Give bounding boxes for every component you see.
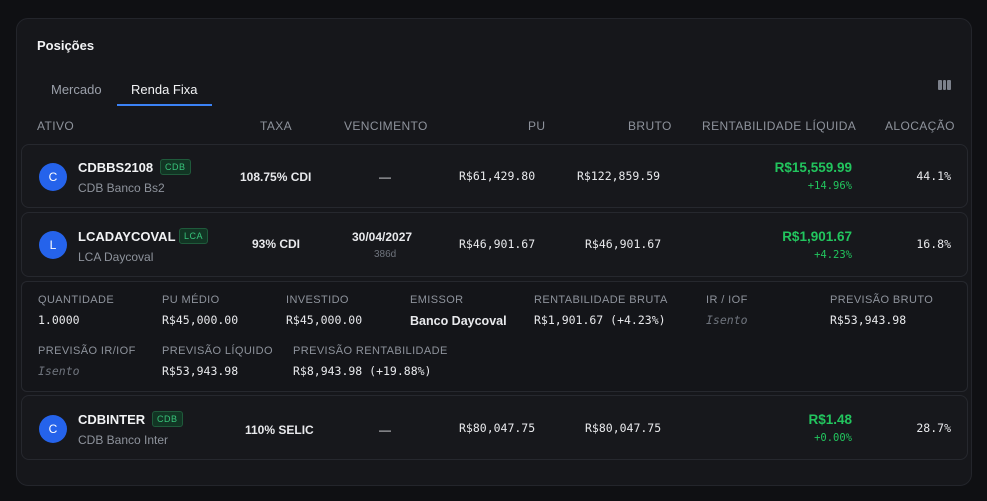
issuer-value: Banco Daycoval bbox=[410, 314, 507, 328]
gross-return-label: RENTABILIDADE BRUTA bbox=[534, 294, 668, 306]
header-pu[interactable]: PU bbox=[528, 119, 545, 133]
rate: 108.75% CDI bbox=[240, 170, 312, 184]
asset-type-badge: LCA bbox=[179, 228, 209, 244]
gross-value: R$122,859.59 bbox=[577, 169, 661, 183]
avatar: C bbox=[39, 415, 67, 443]
panel-title: Posições bbox=[37, 38, 95, 53]
positions-panel: Posições Mercado Renda Fixa ATIVO TAXA V… bbox=[16, 18, 972, 486]
asset-name: CDB Banco Bs2 bbox=[78, 181, 165, 195]
rate: 93% CDI bbox=[252, 237, 301, 251]
net-return: R$15,559.99 bbox=[774, 160, 852, 175]
net-return: R$1,901.67 bbox=[782, 229, 852, 244]
net-return-pct: +4.23% bbox=[814, 249, 852, 261]
rate: 110% SELIC bbox=[245, 423, 314, 437]
asset-type-badge: CDB bbox=[160, 159, 191, 175]
forecast-gross-label: PREVISÃO BRUTO bbox=[830, 294, 934, 306]
net-return-pct: +0.00% bbox=[814, 432, 852, 444]
allocation: 44.1% bbox=[916, 169, 951, 183]
maturity-days: 386d bbox=[374, 249, 397, 260]
maturity: 30/04/2027 bbox=[352, 230, 413, 244]
pu-value: R$80,047.75 bbox=[459, 421, 536, 435]
forecast-net-label: PREVISÃO LÍQUIDO bbox=[162, 345, 273, 357]
invested-value: R$45,000.00 bbox=[286, 313, 363, 327]
avatar: L bbox=[39, 231, 67, 259]
header-bruto[interactable]: BRUTO bbox=[628, 119, 672, 133]
columns-icon[interactable] bbox=[938, 80, 952, 90]
table-row[interactable]: C CDBBS2108 CDB CDB Banco Bs2 108.75% CD… bbox=[21, 144, 968, 208]
asset-code: CDBINTER bbox=[78, 412, 146, 427]
ir-iof-label: IR / IOF bbox=[706, 294, 748, 306]
invested-label: INVESTIDO bbox=[286, 294, 349, 306]
pu-value: R$61,429.80 bbox=[459, 169, 536, 183]
tab-renda-fixa[interactable]: Renda Fixa bbox=[131, 82, 197, 97]
quantity-label: QUANTIDADE bbox=[38, 294, 115, 306]
header-vencimento[interactable]: VENCIMENTO bbox=[344, 119, 428, 133]
pu-value: R$46,901.67 bbox=[459, 237, 536, 251]
net-return-pct: +14.96% bbox=[807, 180, 852, 192]
maturity: — bbox=[379, 170, 391, 184]
position-detail-panel: QUANTIDADE 1.0000 PU MÉDIO R$45,000.00 I… bbox=[21, 281, 968, 392]
asset-type-badge: CDB bbox=[152, 411, 183, 427]
header-rentabilidade-liquida[interactable]: RENTABILIDADE LÍQUIDA bbox=[702, 119, 856, 133]
tab-mercado[interactable]: Mercado bbox=[51, 82, 102, 97]
forecast-gross-value: R$53,943.98 bbox=[830, 313, 907, 327]
avg-pu-value: R$45,000.00 bbox=[162, 313, 239, 327]
forecast-ir-label: PREVISÃO IR/IOF bbox=[38, 345, 136, 357]
header-taxa[interactable]: TAXA bbox=[260, 119, 292, 133]
net-return: R$1.48 bbox=[808, 412, 852, 427]
asset-name: CDB Banco Inter bbox=[78, 433, 169, 447]
forecast-net-value: R$53,943.98 bbox=[162, 364, 239, 378]
gross-value: R$80,047.75 bbox=[585, 421, 662, 435]
allocation: 16.8% bbox=[916, 237, 951, 251]
avatar: C bbox=[39, 163, 67, 191]
header-ativo[interactable]: ATIVO bbox=[37, 119, 74, 133]
forecast-return-label: PREVISÃO RENTABILIDADE bbox=[293, 345, 448, 357]
forecast-return-value: R$8,943.98 (+19.88%) bbox=[293, 364, 432, 378]
asset-name: LCA Daycoval bbox=[78, 250, 154, 264]
quantity-value: 1.0000 bbox=[38, 313, 80, 327]
gross-return-value: R$1,901.67 (+4.23%) bbox=[534, 313, 666, 327]
gross-value: R$46,901.67 bbox=[585, 237, 662, 251]
avg-pu-label: PU MÉDIO bbox=[162, 294, 220, 306]
active-tab-indicator bbox=[117, 104, 212, 106]
forecast-ir-value: Isento bbox=[38, 364, 80, 378]
table-row[interactable]: C CDBINTER CDB CDB Banco Inter 110% SELI… bbox=[21, 395, 968, 460]
maturity: — bbox=[379, 423, 391, 437]
table-row-expanded[interactable]: L LCADAYCOVAL LCA LCA Daycoval 93% CDI 3… bbox=[21, 212, 968, 277]
issuer-label: EMISSOR bbox=[410, 294, 464, 306]
allocation: 28.7% bbox=[916, 421, 951, 435]
header-alocacao[interactable]: ALOCAÇÃO bbox=[885, 119, 955, 133]
asset-code: CDBBS2108 bbox=[78, 160, 154, 175]
ir-iof-value: Isento bbox=[706, 313, 748, 327]
asset-code: LCADAYCOVAL bbox=[78, 229, 176, 244]
